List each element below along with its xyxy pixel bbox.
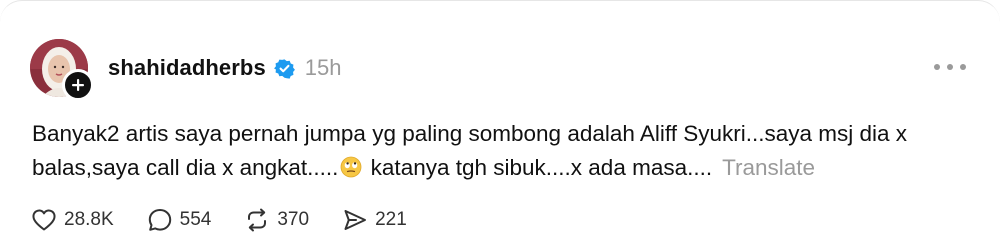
rolling-eyes-emoji-icon bbox=[340, 154, 362, 178]
like-count: 28.8K bbox=[64, 209, 114, 230]
comment-bubble-icon bbox=[148, 209, 171, 231]
username-link[interactable]: shahidadherbs bbox=[108, 55, 266, 81]
post-text-part-2: katanya tgh sibuk....x ada masa.... bbox=[364, 155, 713, 180]
post-header: shahidadherbs 15h bbox=[108, 51, 342, 85]
verified-badge-icon bbox=[273, 58, 295, 79]
plus-icon bbox=[72, 79, 84, 91]
follow-button[interactable] bbox=[62, 69, 94, 101]
post-timestamp[interactable]: 15h bbox=[305, 55, 342, 81]
action-bar: 28.8K 554 370 221 bbox=[30, 205, 439, 235]
more-dot bbox=[960, 64, 966, 70]
repost-count: 370 bbox=[277, 209, 310, 230]
more-dot bbox=[934, 64, 940, 70]
avatar-container[interactable] bbox=[30, 39, 94, 101]
share-count: 221 bbox=[375, 209, 407, 230]
translate-link[interactable]: Translate bbox=[722, 155, 815, 180]
more-options-button[interactable] bbox=[934, 57, 966, 77]
more-dot bbox=[947, 64, 953, 70]
send-icon bbox=[344, 210, 367, 230]
heart-icon bbox=[32, 209, 56, 231]
reply-count: 554 bbox=[179, 209, 212, 230]
share-button[interactable]: 221 bbox=[341, 206, 407, 234]
post-body: Banyak2 artis saya pernah jumpa yg palin… bbox=[32, 117, 972, 185]
repost-icon bbox=[248, 208, 267, 232]
like-button[interactable]: 28.8K bbox=[30, 206, 114, 234]
reply-button[interactable]: 554 bbox=[146, 206, 212, 234]
post-card: shahidadherbs 15h Banyak2 artis saya per… bbox=[0, 0, 1000, 250]
repost-button[interactable]: 370 bbox=[243, 206, 309, 234]
